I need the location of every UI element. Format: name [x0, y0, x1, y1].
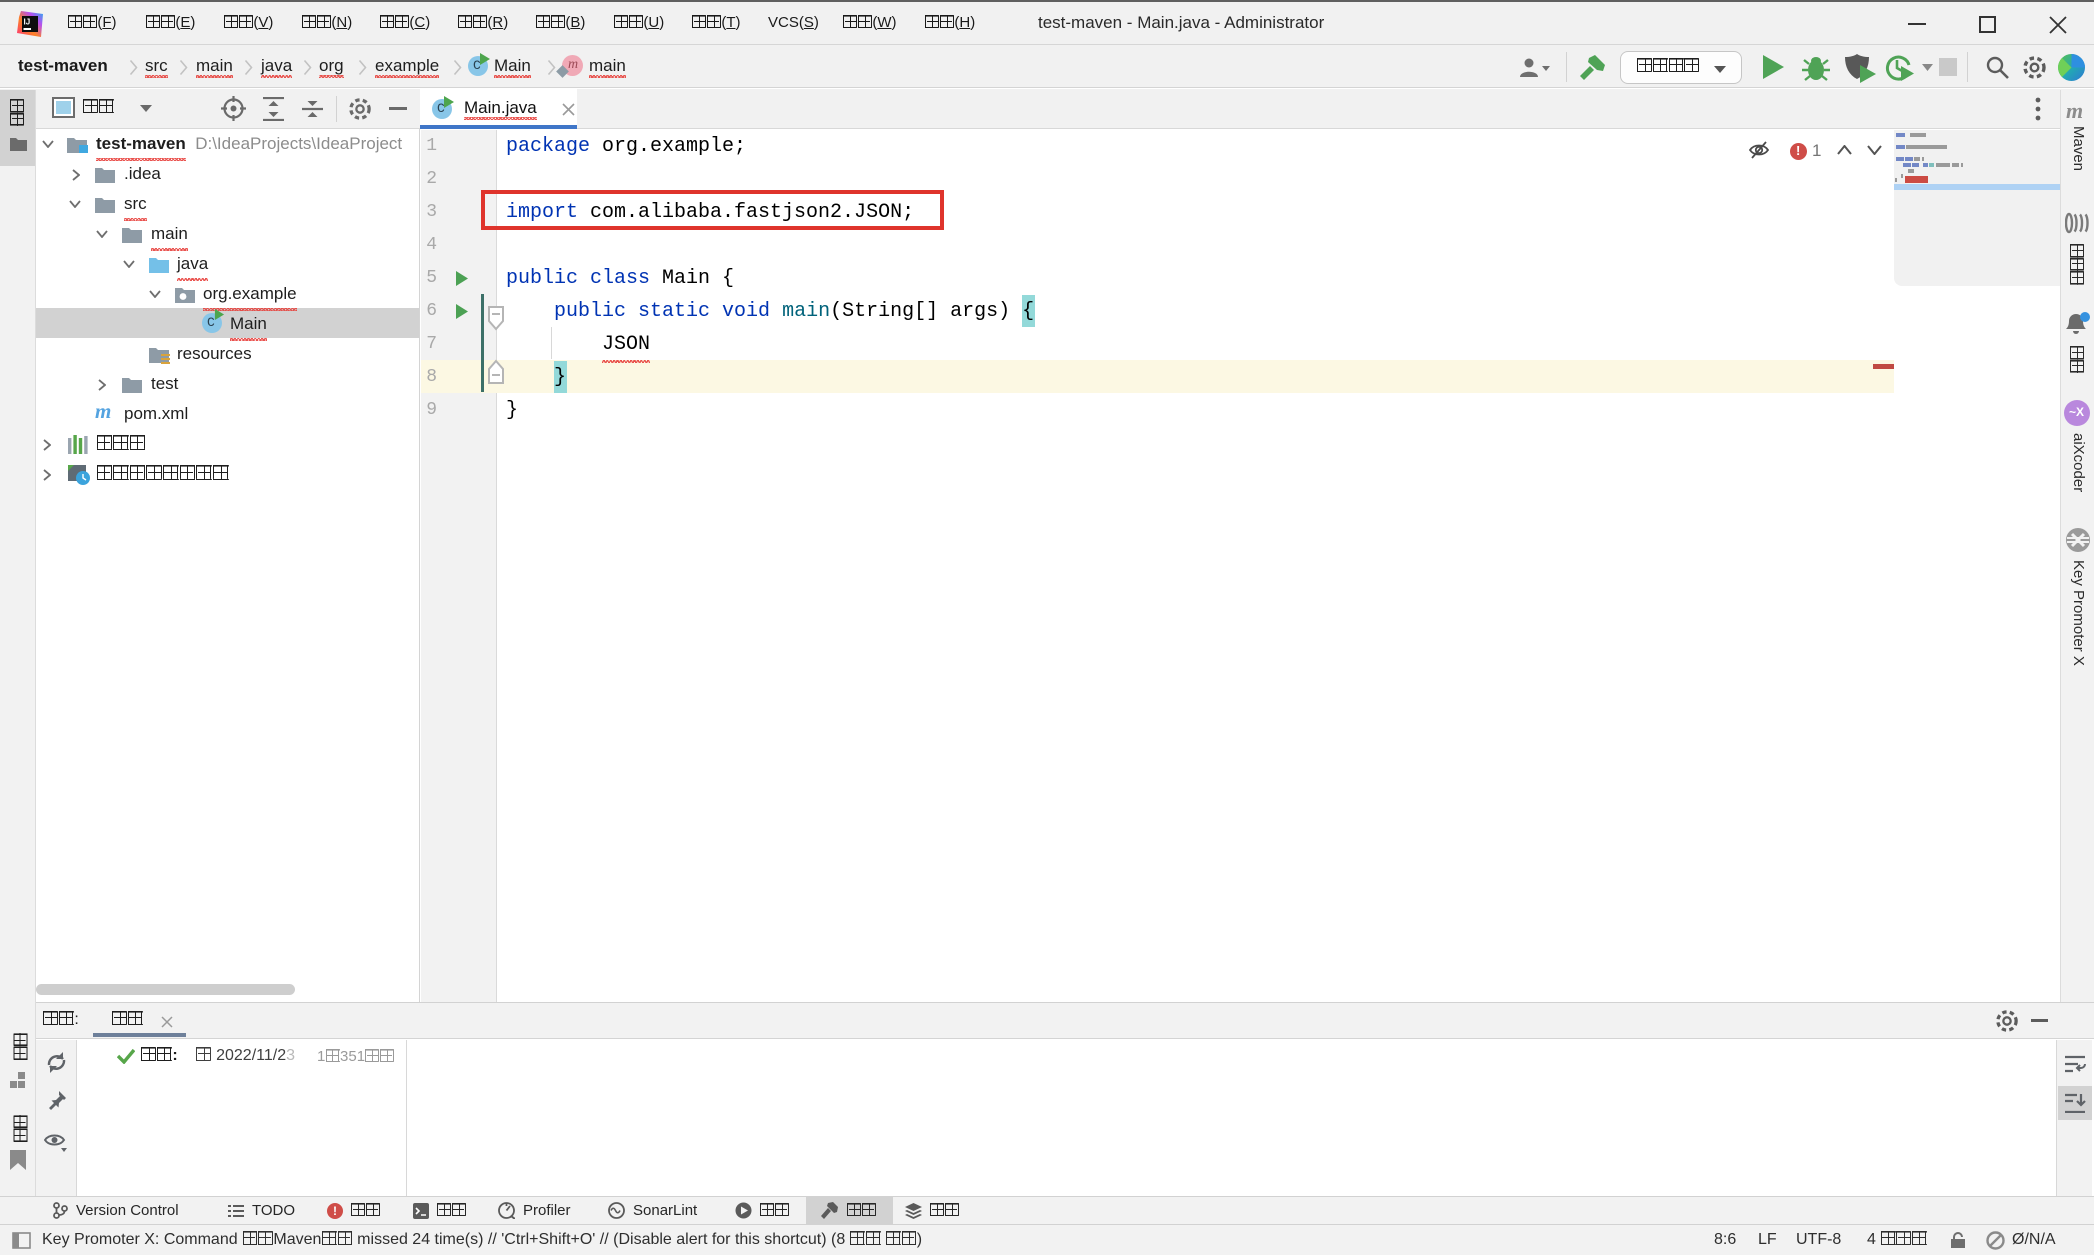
- svg-text:IJ: IJ: [24, 18, 31, 27]
